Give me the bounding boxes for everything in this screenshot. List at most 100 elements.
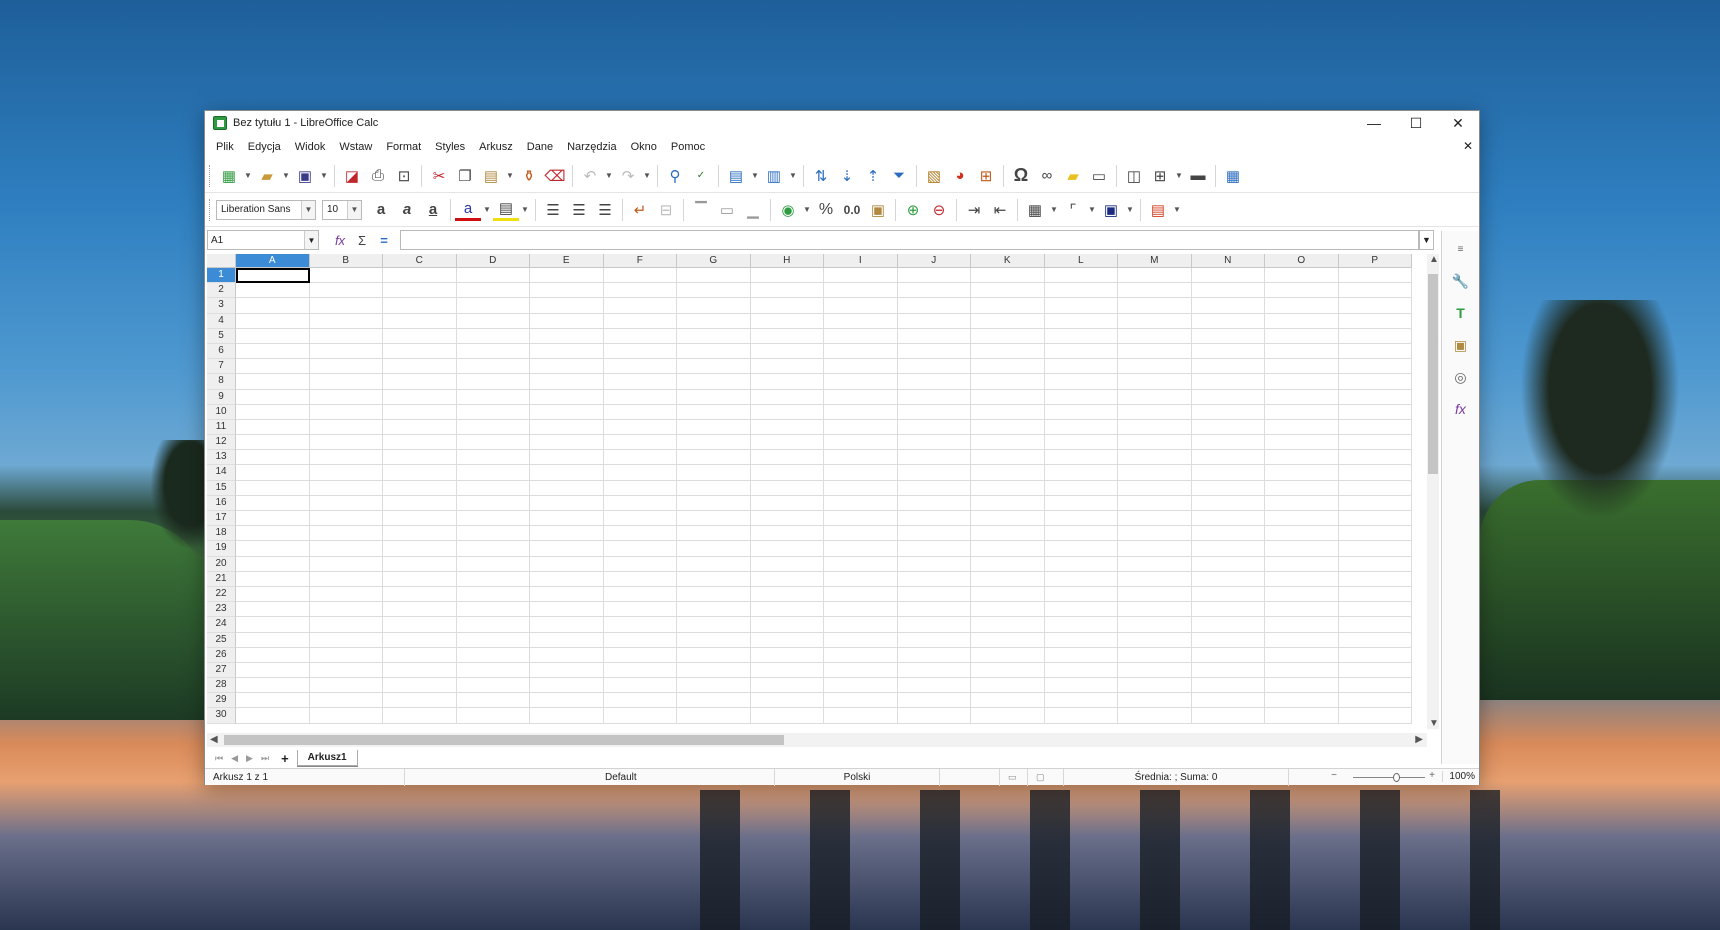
cell[interactable] — [530, 678, 604, 694]
cell[interactable] — [309, 662, 383, 679]
cell[interactable] — [971, 662, 1045, 679]
cell[interactable] — [1191, 662, 1265, 679]
navigator-icon[interactable]: ◎ — [1447, 363, 1475, 391]
cell[interactable] — [530, 708, 604, 724]
cell[interactable] — [383, 465, 457, 481]
row-header[interactable]: 19 — [207, 541, 236, 557]
cell[interactable] — [1118, 586, 1192, 603]
cell[interactable] — [383, 268, 457, 284]
cell[interactable] — [971, 708, 1045, 724]
chevron-down-icon[interactable]: ▼ — [347, 200, 361, 219]
cell[interactable] — [750, 404, 824, 420]
cell[interactable] — [971, 374, 1045, 390]
gallery-icon[interactable]: ▣ — [1447, 331, 1475, 359]
chevron-down-icon[interactable]: ▼ — [304, 231, 318, 249]
cell[interactable] — [1044, 511, 1118, 527]
cell[interactable] — [971, 419, 1045, 436]
cell[interactable] — [1265, 647, 1339, 663]
new-dropdown-icon[interactable]: ▼ — [242, 163, 254, 189]
cell[interactable] — [1118, 678, 1192, 694]
cell[interactable] — [897, 404, 971, 420]
row-header[interactable]: 13 — [207, 450, 236, 466]
cell[interactable] — [456, 693, 530, 709]
horizontal-scrollbar[interactable]: ◀ ▶ — [207, 733, 1427, 747]
formula-input[interactable] — [400, 230, 1419, 250]
cell[interactable] — [1044, 693, 1118, 709]
cell[interactable] — [1191, 708, 1265, 724]
cell[interactable] — [456, 480, 530, 496]
cell[interactable] — [603, 556, 677, 572]
cell[interactable] — [824, 283, 898, 299]
row-header[interactable]: 17 — [207, 511, 236, 527]
cell[interactable] — [677, 632, 751, 648]
cell[interactable] — [677, 526, 751, 542]
cell[interactable] — [309, 632, 383, 648]
cell[interactable] — [971, 328, 1045, 344]
cell[interactable] — [897, 647, 971, 663]
cell[interactable] — [824, 419, 898, 436]
cell[interactable] — [1118, 298, 1192, 314]
cell[interactable] — [1338, 586, 1412, 603]
cell[interactable] — [383, 541, 457, 557]
row-header[interactable]: 24 — [207, 617, 236, 633]
cell[interactable] — [824, 435, 898, 451]
cell[interactable] — [1265, 556, 1339, 572]
redo-icon[interactable]: ↷ — [615, 163, 641, 189]
cell[interactable] — [971, 693, 1045, 709]
cell[interactable] — [1338, 495, 1412, 511]
cell[interactable] — [750, 495, 824, 511]
menu-styles[interactable]: Styles — [428, 141, 472, 153]
cell[interactable] — [383, 647, 457, 663]
cell[interactable] — [309, 541, 383, 557]
cell[interactable] — [309, 298, 383, 314]
cell[interactable] — [456, 647, 530, 663]
cell[interactable] — [1191, 359, 1265, 375]
cell[interactable] — [1191, 586, 1265, 603]
cell[interactable] — [971, 647, 1045, 663]
number-format-button[interactable]: 0.0 — [839, 197, 865, 223]
pivot-table-icon[interactable]: ⊞ — [973, 163, 999, 189]
cell[interactable] — [1265, 419, 1339, 436]
cell[interactable] — [1338, 374, 1412, 390]
cell[interactable] — [677, 268, 751, 284]
scroll-down-icon[interactable]: ▼ — [1429, 718, 1439, 729]
column-header[interactable]: N — [1191, 254, 1265, 268]
cell[interactable] — [1338, 708, 1412, 724]
vertical-scroll-thumb[interactable] — [1428, 274, 1438, 474]
cell[interactable] — [897, 571, 971, 587]
open-folder-icon[interactable]: ▰ — [254, 163, 280, 189]
scroll-up-icon[interactable]: ▲ — [1429, 254, 1439, 265]
cell[interactable] — [456, 404, 530, 420]
cell[interactable] — [383, 435, 457, 451]
cell[interactable] — [1191, 268, 1265, 284]
cell[interactable] — [1118, 480, 1192, 496]
highlight-dropdown-icon[interactable]: ▼ — [519, 197, 531, 223]
cell[interactable] — [677, 571, 751, 587]
cell[interactable] — [750, 662, 824, 679]
cell[interactable] — [603, 374, 677, 390]
row-icon[interactable]: ▤ — [723, 163, 749, 189]
minimize-button[interactable]: — — [1353, 111, 1395, 135]
cell[interactable] — [530, 283, 604, 299]
expand-formula-icon[interactable]: ▼ — [1419, 230, 1434, 250]
cell[interactable] — [309, 450, 383, 466]
cell[interactable] — [309, 480, 383, 496]
conditional-format-dropdown-icon[interactable]: ▼ — [1171, 197, 1183, 223]
column-header[interactable]: P — [1338, 254, 1412, 268]
cell[interactable] — [383, 617, 457, 633]
row-header[interactable]: 15 — [207, 480, 236, 496]
cell[interactable] — [456, 571, 530, 587]
sort-ascending-icon[interactable]: ⇣ — [834, 163, 860, 189]
cell[interactable] — [1044, 647, 1118, 663]
cell[interactable] — [236, 511, 310, 527]
cell[interactable] — [1191, 556, 1265, 572]
cell[interactable] — [897, 283, 971, 299]
cell[interactable] — [603, 586, 677, 603]
cell[interactable] — [309, 602, 383, 618]
cell[interactable] — [824, 374, 898, 390]
cell[interactable] — [824, 511, 898, 527]
cell[interactable] — [1044, 298, 1118, 314]
cell[interactable] — [603, 541, 677, 557]
cell[interactable] — [383, 298, 457, 314]
cell[interactable] — [824, 662, 898, 679]
